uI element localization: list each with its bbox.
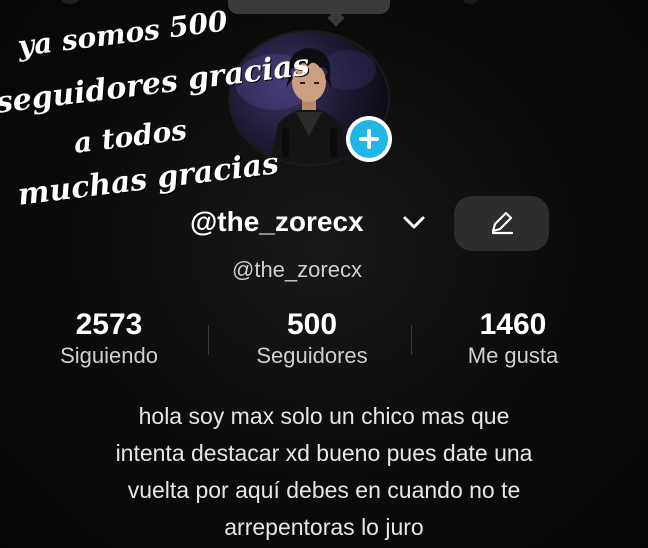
bio-line-3: vuelta por aquí debes en cuando no te	[127, 477, 521, 503]
profile-bio: hola soy max solo un chico mas que inten…	[20, 398, 628, 546]
note-bubble[interactable]	[228, 0, 390, 14]
stat-followers[interactable]: 500 Seguidores	[236, 308, 388, 370]
profile-display-name[interactable]: @the_zorecx	[190, 206, 364, 238]
bio-line-2: intenta destacar xd bueno pues date una	[115, 440, 533, 466]
stat-following-label: Siguiendo	[60, 343, 158, 368]
bio-line-1: hola soy max solo un chico mas que	[138, 403, 510, 429]
pencil-icon	[491, 211, 514, 235]
add-follow-button[interactable]	[346, 116, 392, 162]
edit-profile-button[interactable]	[454, 196, 549, 251]
stat-followers-value: 500	[286, 308, 338, 341]
stat-following-value: 2573	[75, 308, 143, 341]
stat-divider	[411, 325, 412, 355]
stat-likes[interactable]: 1460 Me gusta	[444, 308, 582, 370]
bio-line-4: arrepentoras lo juro	[224, 514, 424, 540]
plus-icon	[350, 120, 388, 158]
stat-likes-label: Me gusta	[467, 343, 559, 368]
profile-username: @the_zorecx	[232, 257, 362, 282]
stat-likes-value: 1460	[479, 308, 547, 341]
stat-followers-label: Seguidores	[256, 343, 368, 368]
stat-divider	[208, 325, 209, 355]
stat-following[interactable]: 2573 Siguiendo	[40, 308, 178, 370]
chevron-down-icon[interactable]	[402, 213, 426, 233]
